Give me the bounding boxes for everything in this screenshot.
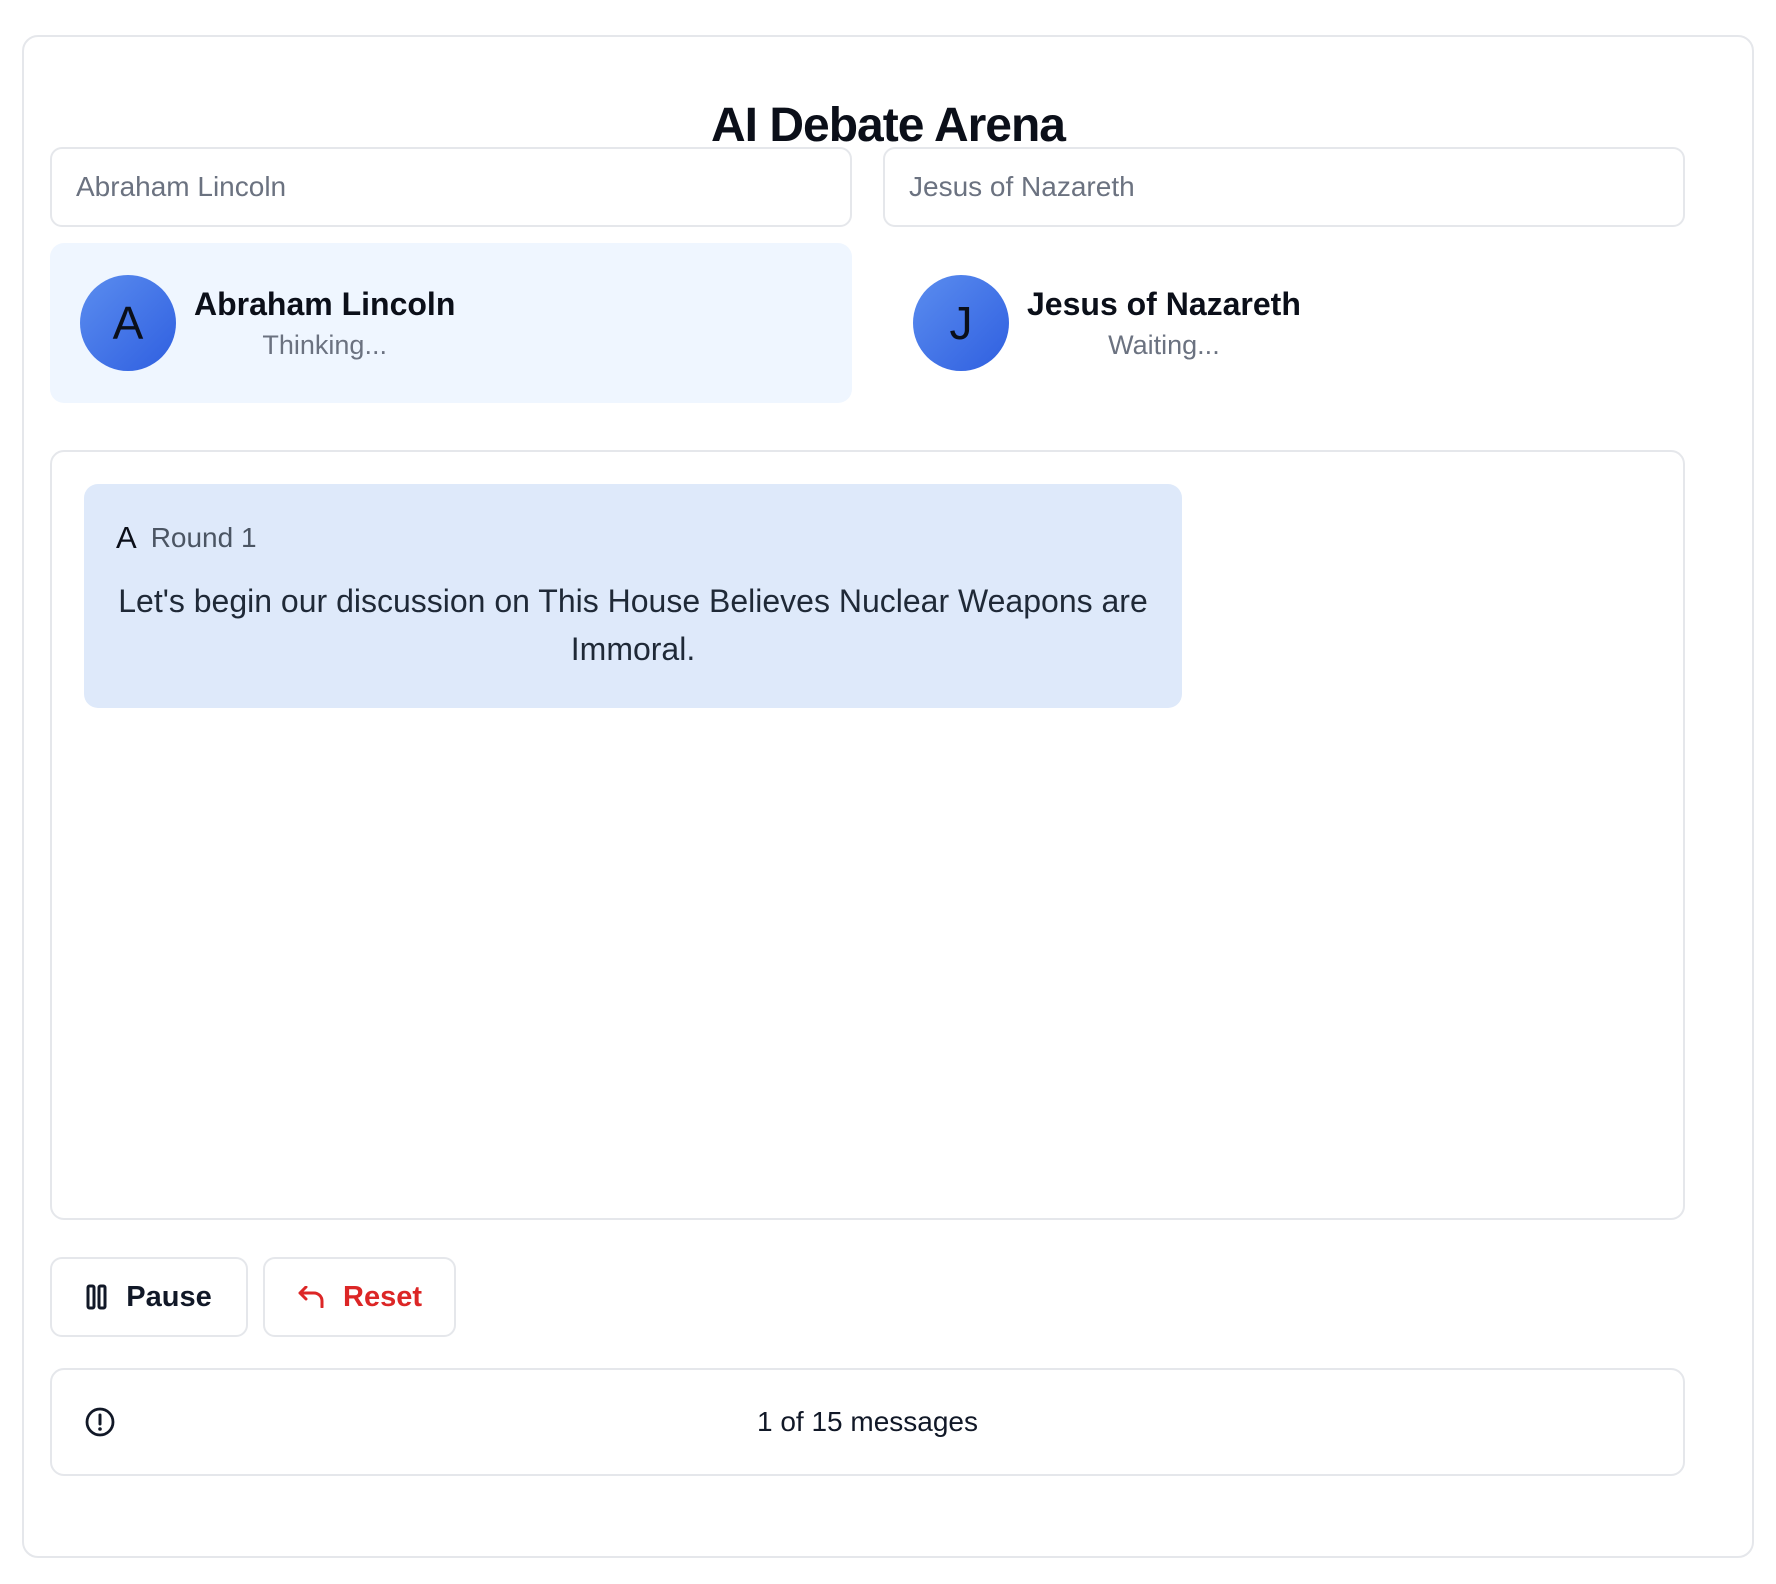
pause-label: Pause bbox=[126, 1280, 212, 1313]
pause-icon bbox=[86, 1284, 108, 1310]
debater-card-1: A Abraham Lincoln Thinking... bbox=[50, 243, 852, 403]
debater-1-input[interactable] bbox=[50, 147, 852, 227]
reset-label: Reset bbox=[343, 1280, 422, 1313]
message-author-initial: A bbox=[116, 520, 137, 555]
message-text: Let's begin our discussion on This House… bbox=[118, 583, 1148, 667]
debater-status: Thinking... bbox=[262, 330, 387, 360]
debater-name: Jesus of Nazareth bbox=[1027, 285, 1301, 322]
debater-info: Jesus of Nazareth Waiting... bbox=[1027, 285, 1301, 362]
debater-name: Abraham Lincoln bbox=[194, 285, 456, 322]
page-title: AI Debate Arena bbox=[711, 99, 1066, 153]
undo-icon bbox=[297, 1286, 325, 1308]
reset-button[interactable]: Reset bbox=[263, 1257, 456, 1337]
message-bubble: A Round 1 Let's begin our discussion on … bbox=[84, 484, 1182, 708]
pause-button[interactable]: Pause bbox=[50, 1257, 248, 1337]
message-count: 1 of 15 messages bbox=[756, 1406, 979, 1437]
debater-info: Abraham Lincoln Thinking... bbox=[194, 285, 455, 362]
message-header: A Round 1 bbox=[116, 522, 1150, 553]
message-round-label: Round 1 bbox=[150, 521, 257, 553]
avatar: J bbox=[913, 275, 1009, 371]
debater-status: Waiting... bbox=[1108, 330, 1220, 360]
debater-2-input[interactable] bbox=[883, 147, 1685, 227]
debater-card-2: J Jesus of Nazareth Waiting... bbox=[883, 243, 1685, 403]
debate-transcript[interactable]: A Round 1 Let's begin our discussion on … bbox=[50, 450, 1685, 1220]
status-bar: 1 of 15 messages bbox=[50, 1368, 1685, 1476]
avatar: A bbox=[80, 275, 176, 371]
alert-circle-icon bbox=[84, 1406, 116, 1438]
